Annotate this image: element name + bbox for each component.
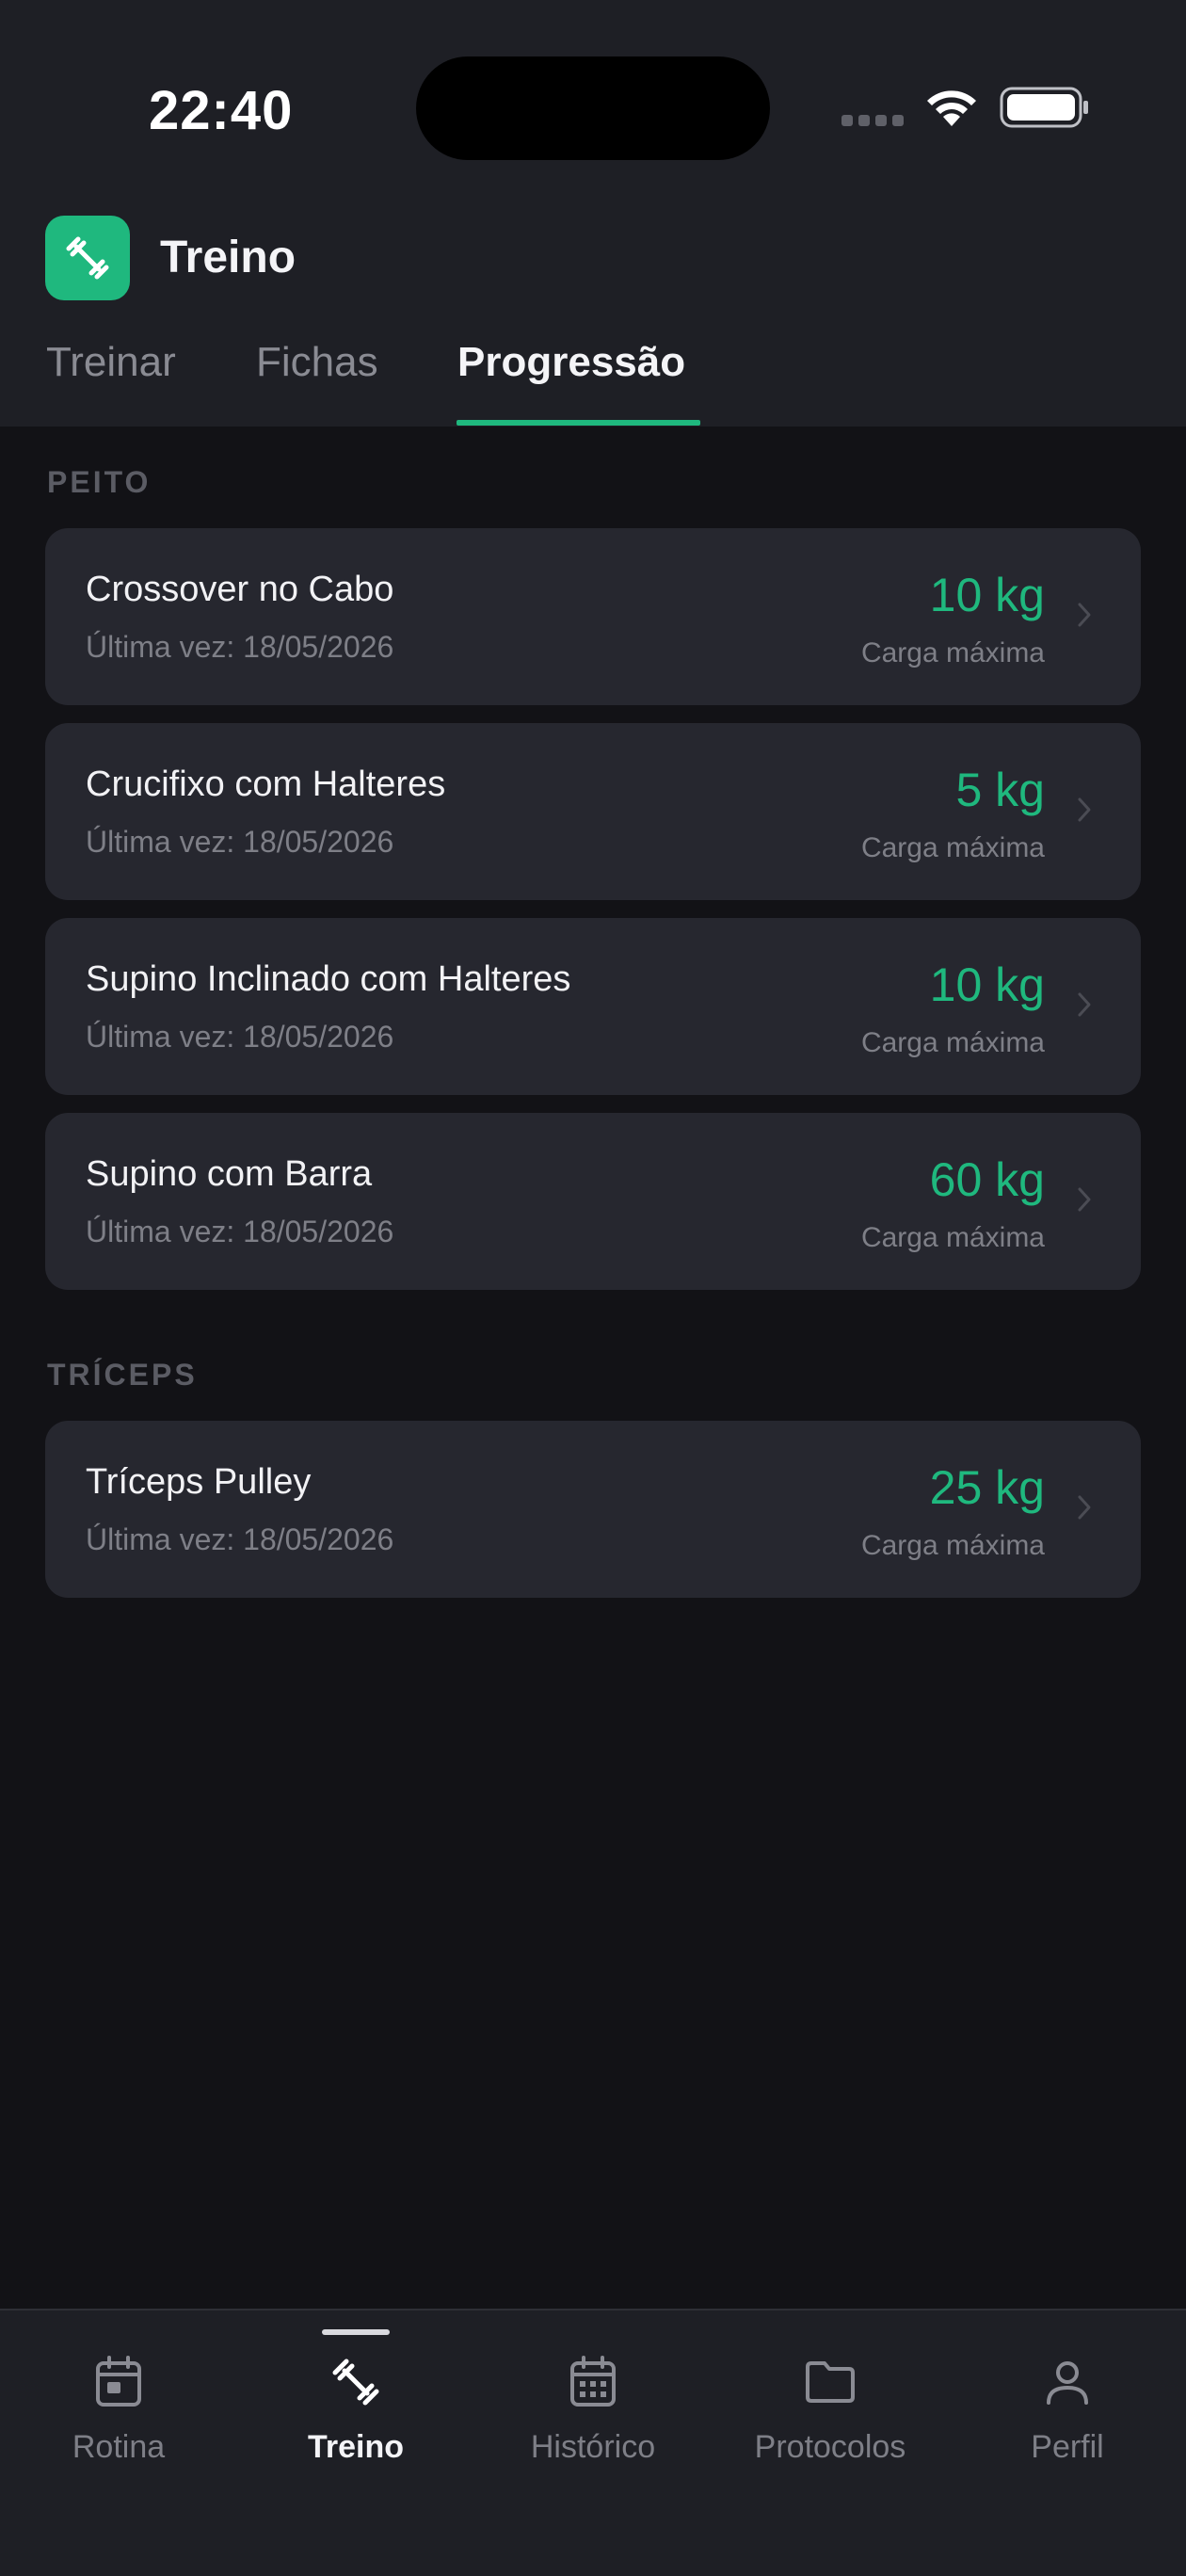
calendar-grid-icon [570, 2356, 616, 2407]
exercise-name: Supino com Barra [86, 1154, 373, 1194]
chevron-right-icon [1078, 1187, 1091, 1212]
chevron-right-icon [1078, 797, 1091, 822]
max-load-label: Carga máxima [860, 637, 1045, 668]
page-title: Treino [160, 233, 296, 282]
exercise-last-date: Última vez: 18/05/2026 [86, 1522, 394, 1556]
active-tab-indicator [457, 420, 700, 426]
folder-icon [806, 2361, 855, 2403]
tab-fichas[interactable]: Fichas [256, 339, 378, 386]
section-title-triceps: TRÍCEPS [47, 1358, 198, 1392]
app-logo-dumbbell-icon [45, 216, 130, 300]
exercise-card[interactable]: Supino Inclinado com Halteres Última vez… [45, 918, 1141, 1095]
user-icon [1047, 2361, 1088, 2405]
tab-bar: Treinar Fichas Progressão [0, 331, 1186, 427]
exercise-last-date: Última vez: 18/05/2026 [86, 630, 394, 664]
dynamic-island [416, 56, 770, 160]
nav-item-protocolos[interactable]: Protocolos [712, 2310, 949, 2499]
exercise-name: Tríceps Pulley [86, 1462, 312, 1502]
chevron-right-icon [1078, 603, 1091, 627]
bottom-nav: Rotina Treino Histórico Protocolos Perfi… [0, 2309, 1186, 2576]
exercise-last-date: Última vez: 18/05/2026 [86, 1020, 394, 1054]
nav-label: Protocolos [754, 2429, 906, 2465]
exercise-name: Crossover no Cabo [86, 570, 394, 609]
max-load-value: 10 kg [929, 958, 1045, 1011]
top-header-area: 22:40 Treino Treinar Fichas Progressão [0, 0, 1186, 427]
nav-item-historico[interactable]: Histórico [474, 2310, 712, 2499]
nav-label: Perfil [1031, 2429, 1104, 2465]
cellular-signal-icon [841, 115, 904, 128]
battery-icon [1000, 87, 1088, 128]
wifi-icon [927, 90, 976, 126]
nav-item-perfil[interactable]: Perfil [949, 2310, 1186, 2499]
exercise-card[interactable]: Tríceps Pulley Última vez: 18/05/2026 25… [45, 1421, 1141, 1598]
max-load-value: 10 kg [929, 569, 1045, 621]
chevron-right-icon [1078, 992, 1091, 1017]
max-load-value: 5 kg [955, 764, 1045, 816]
chevron-right-icon [1078, 1495, 1091, 1520]
max-load-label: Carga máxima [860, 1222, 1045, 1253]
max-load-label: Carga máxima [860, 1530, 1045, 1561]
exercise-last-date: Última vez: 18/05/2026 [86, 1215, 394, 1248]
max-load-value: 25 kg [929, 1461, 1045, 1514]
calendar-day-icon [96, 2356, 141, 2407]
nav-label: Histórico [530, 2429, 656, 2465]
tab-treinar[interactable]: Treinar [46, 339, 176, 386]
nav-label: Rotina [72, 2429, 166, 2465]
max-load-label: Carga máxima [860, 832, 1045, 863]
exercise-name: Crucifixo com Halteres [86, 765, 446, 804]
max-load-label: Carga máxima [860, 1027, 1045, 1058]
nav-item-treino[interactable]: Treino [237, 2310, 474, 2499]
status-time: 22:40 [149, 80, 294, 141]
exercise-card[interactable]: Crossover no Cabo Última vez: 18/05/2026… [45, 528, 1141, 705]
exercise-last-date: Última vez: 18/05/2026 [86, 825, 394, 859]
exercise-card[interactable]: Supino com Barra Última vez: 18/05/2026 … [45, 1113, 1141, 1290]
exercise-name: Supino Inclinado com Halteres [86, 959, 571, 999]
exercise-card[interactable]: Crucifixo com Halteres Última vez: 18/05… [45, 723, 1141, 900]
nav-label: Treino [307, 2429, 405, 2465]
section-title-peito: PEITO [47, 465, 152, 499]
dumbbell-icon [332, 2359, 379, 2406]
max-load-value: 60 kg [929, 1153, 1045, 1206]
tab-progressao[interactable]: Progressão [457, 339, 685, 386]
nav-item-rotina[interactable]: Rotina [0, 2310, 237, 2499]
